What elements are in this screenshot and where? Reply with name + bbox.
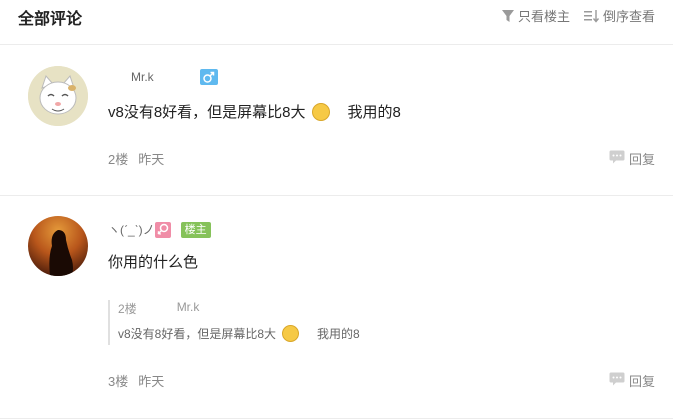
comment-text-part: 你用的什么色 <box>108 254 199 271</box>
reverse-order-button[interactable]: 倒序查看 <box>583 6 655 25</box>
quote-text-part: 我用的8 <box>317 327 360 341</box>
quoted-comment: 2楼 Mr.k v8没有8好看，但是屏幕比8大 我用的8 <box>108 300 418 345</box>
quote-text: v8没有8好看，但是屏幕比8大 我用的8 <box>118 325 418 342</box>
avatar[interactable] <box>28 216 88 276</box>
floor-number: 2楼 <box>108 152 129 167</box>
page-title: 全部评论 <box>18 11 83 28</box>
quote-author[interactable]: Mr.k <box>177 300 200 317</box>
filter-icon <box>501 9 515 23</box>
laughing-tears-emoji-icon <box>311 102 330 121</box>
reply-button[interactable]: 回复 <box>609 371 655 390</box>
author-name[interactable]: Mr.k <box>131 70 154 84</box>
quote-text-part: v8没有8好看，但是屏幕比8大 <box>118 327 277 341</box>
comment-meta: 2楼 昨天 <box>108 149 164 168</box>
comment-meta: 3楼 昨天 <box>108 371 164 390</box>
only-op-label: 只看楼主 <box>517 9 570 24</box>
author-row: ヽ(ˊ_ˋ)ノ 楼主 <box>108 221 211 238</box>
comment-text: v8没有8好看，但是屏幕比8大 我用的8 <box>108 101 401 122</box>
reverse-order-label: 倒序查看 <box>602 9 655 24</box>
reply-label: 回复 <box>628 374 655 389</box>
comment-text: 你用的什么色 <box>108 251 198 272</box>
comment-time: 昨天 <box>138 374 165 389</box>
cat-avatar-icon <box>28 66 88 126</box>
op-badge: 楼主 <box>180 221 211 238</box>
comment-item: Mr.k v8没有8好看，但是屏幕比8大 我用的8 2楼 昨天 回复 <box>0 45 673 196</box>
comment-bubble-icon <box>609 372 625 389</box>
header-actions: 只看楼主 倒序查看 <box>501 6 655 25</box>
reply-button[interactable]: 回复 <box>609 149 655 168</box>
silhouette-avatar-icon <box>49 230 73 276</box>
comment-time: 昨天 <box>138 152 165 167</box>
reply-label: 回复 <box>628 152 655 167</box>
comment-text-part: 我用的8 <box>347 104 401 121</box>
female-gender-icon <box>154 221 171 238</box>
comments-header: 全部评论 只看楼主 倒序查看 <box>0 0 673 45</box>
quote-floor: 2楼 <box>118 302 137 316</box>
laughing-tears-emoji-icon <box>282 325 300 342</box>
quote-header: 2楼 Mr.k <box>118 300 418 317</box>
floor-number: 3楼 <box>108 374 129 389</box>
male-gender-icon <box>199 69 218 85</box>
only-op-filter-button[interactable]: 只看楼主 <box>501 6 570 25</box>
comment-bubble-icon <box>609 150 625 167</box>
author-name[interactable]: ヽ(ˊ_ˋ)ノ <box>108 221 155 238</box>
author-row: Mr.k <box>131 69 218 85</box>
avatar[interactable] <box>28 66 88 126</box>
comment-text-part: v8没有8好看，但是屏幕比8大 <box>108 104 306 121</box>
comment-item: ヽ(ˊ_ˋ)ノ 楼主 你用的什么色 2楼 Mr.k v8没有8好看，但是屏幕比8… <box>0 196 673 419</box>
sort-icon <box>583 9 600 23</box>
